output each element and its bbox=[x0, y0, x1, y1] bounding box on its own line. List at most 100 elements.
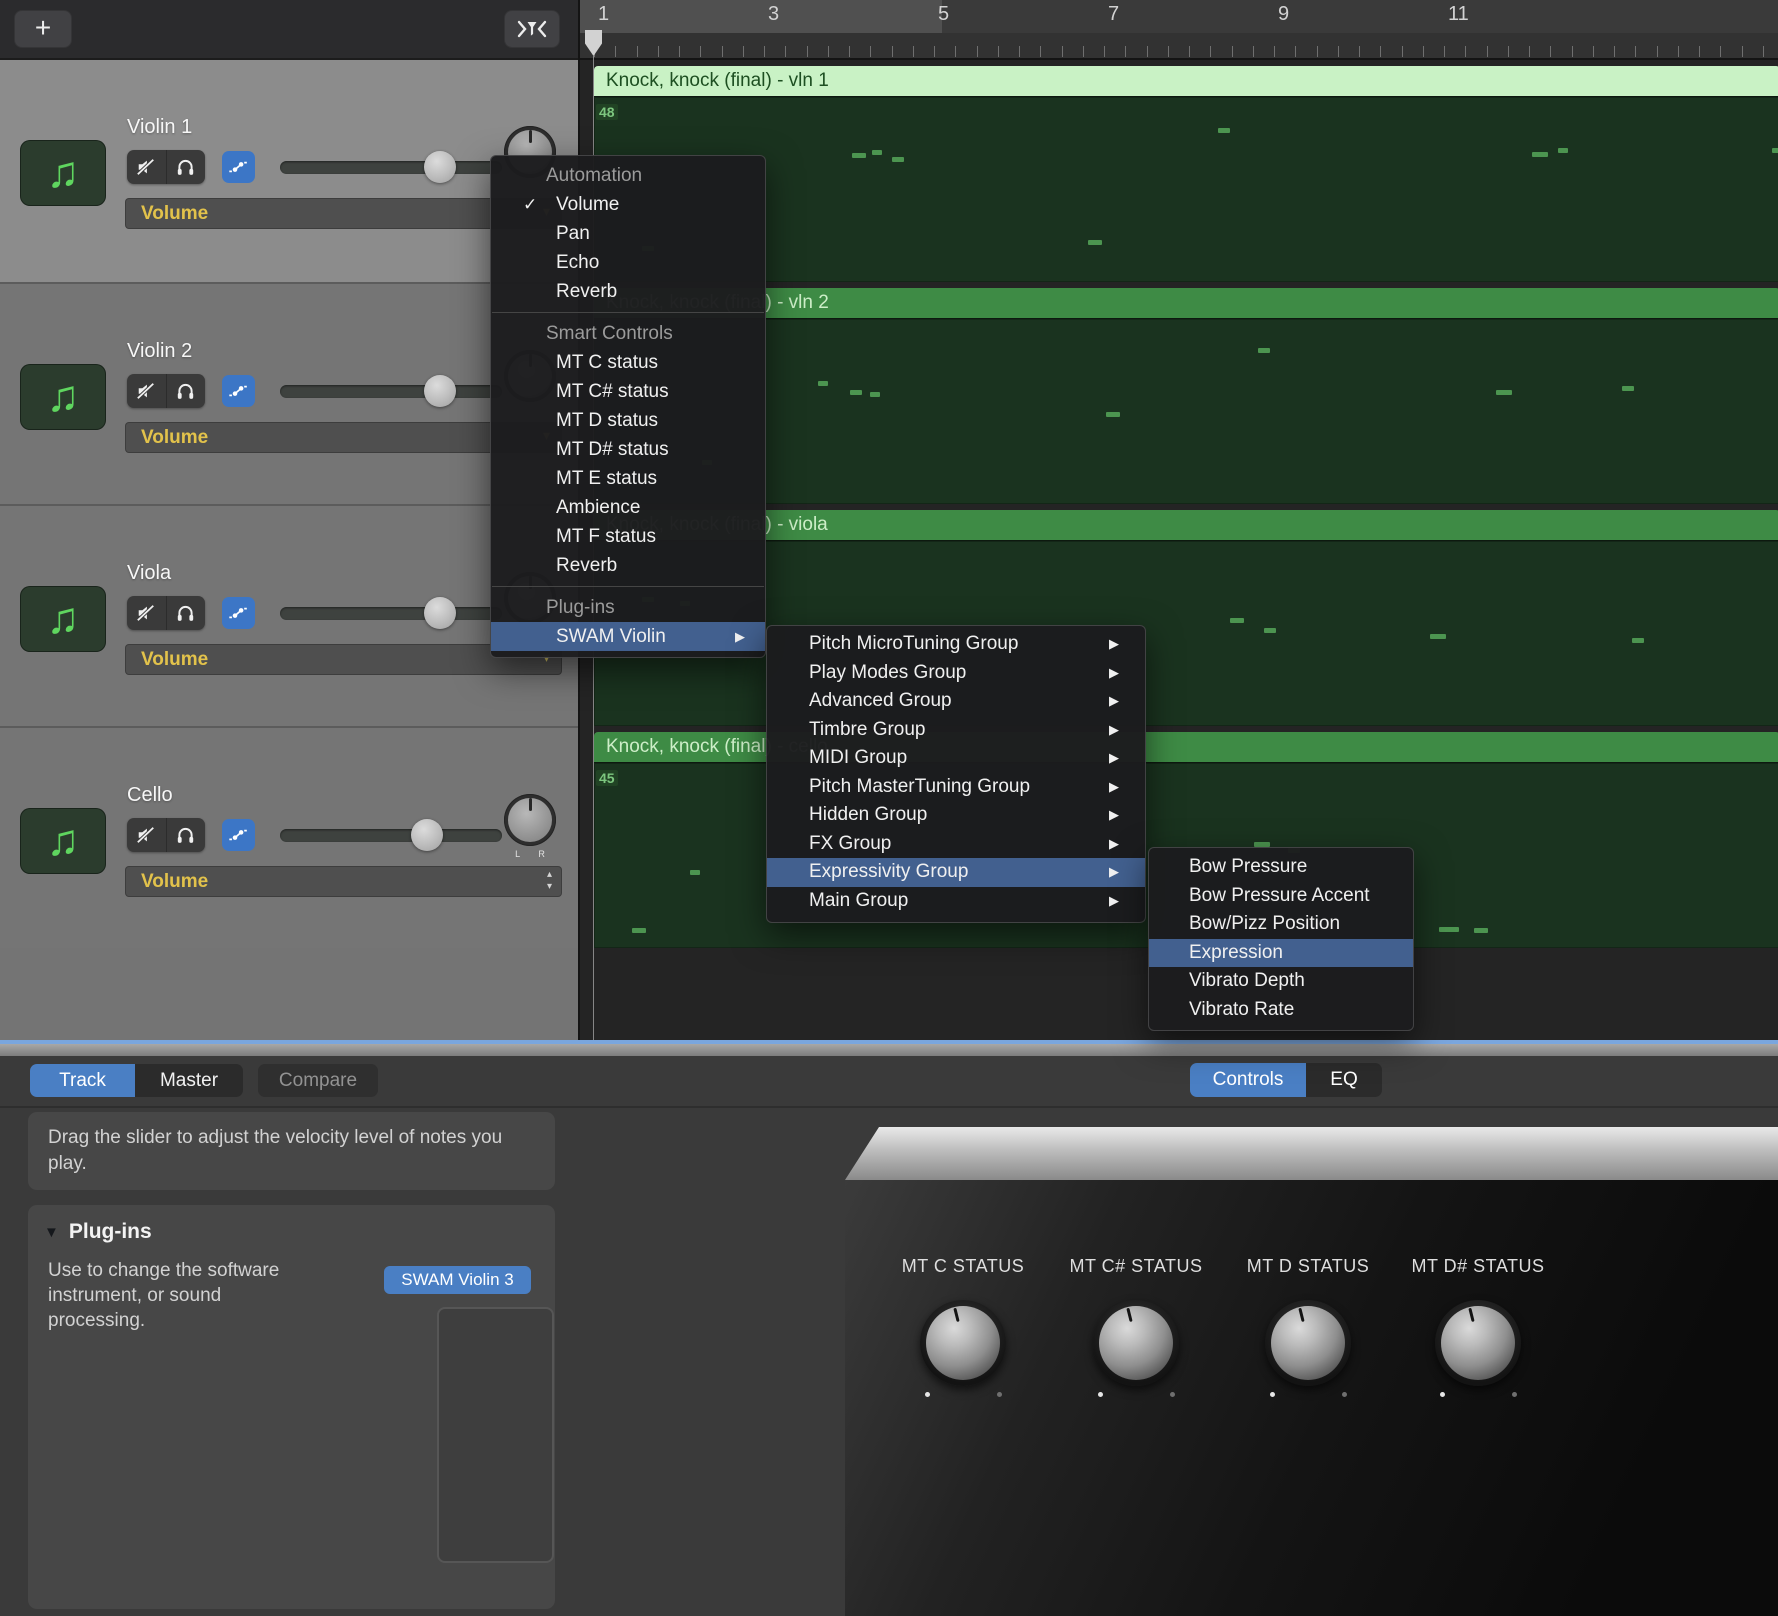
slider-knob[interactable] bbox=[411, 819, 443, 851]
menu-item-label: Expression bbox=[1189, 942, 1283, 963]
automation-curve-icon bbox=[228, 157, 249, 177]
ruler-tick bbox=[870, 46, 871, 57]
tab-master[interactable]: Master bbox=[135, 1064, 243, 1097]
slider-knob[interactable] bbox=[424, 151, 456, 183]
smart-control-knob[interactable] bbox=[1265, 1300, 1351, 1386]
empty-plugin-slot[interactable] bbox=[437, 1307, 554, 1563]
mute-solo-group bbox=[127, 596, 205, 630]
ruler-tick bbox=[1550, 46, 1551, 57]
menu-item[interactable]: Bow Pressure Accent bbox=[1149, 882, 1413, 911]
slider-knob[interactable] bbox=[424, 597, 456, 629]
menu-item[interactable]: Expressivity Group▶ bbox=[767, 858, 1145, 887]
velocity-slider[interactable] bbox=[280, 150, 502, 184]
tab-controls[interactable]: Controls bbox=[1190, 1063, 1306, 1097]
menu-item-label: Bow Pressure Accent bbox=[1189, 885, 1370, 906]
ruler-band[interactable] bbox=[942, 0, 1778, 33]
note-bar bbox=[1622, 386, 1634, 391]
ruler-tick bbox=[977, 46, 978, 57]
menu-item[interactable]: MT D status bbox=[491, 406, 765, 435]
menu-item[interactable]: Bow Pressure bbox=[1149, 853, 1413, 882]
menu-item[interactable]: MT D# status bbox=[491, 435, 765, 464]
solo-button[interactable] bbox=[167, 374, 206, 408]
region-header[interactable]: Knock, knock (final) - vln 2 bbox=[594, 288, 1778, 318]
region-header[interactable]: Knock, knock (final) - vln 1 bbox=[594, 66, 1778, 96]
submenu-arrow-icon: ▶ bbox=[1109, 887, 1119, 916]
automation-mode-button[interactable] bbox=[222, 151, 255, 183]
menu-item[interactable]: Play Modes Group▶ bbox=[767, 659, 1145, 688]
menu-item[interactable]: ✓Volume bbox=[491, 190, 765, 219]
ruler-cycle-band[interactable] bbox=[580, 0, 942, 33]
plugin-slot-button[interactable]: SWAM Violin 3 bbox=[384, 1266, 531, 1294]
automation-mode-button[interactable] bbox=[222, 375, 255, 407]
solo-button[interactable] bbox=[167, 818, 206, 852]
mute-button[interactable] bbox=[127, 596, 167, 630]
menu-item[interactable]: Pitch MicroTuning Group▶ bbox=[767, 630, 1145, 659]
smart-control-knob[interactable] bbox=[1435, 1300, 1521, 1386]
automation-mode-button[interactable] bbox=[222, 597, 255, 629]
note-bar bbox=[852, 153, 866, 158]
compare-button[interactable]: Compare bbox=[258, 1064, 378, 1097]
menu-item[interactable]: MIDI Group▶ bbox=[767, 744, 1145, 773]
automation-mode-button[interactable] bbox=[222, 819, 255, 851]
automation-filter-button[interactable] bbox=[504, 10, 560, 48]
menu-item[interactable]: MT C status bbox=[491, 348, 765, 377]
midi-region[interactable]: Knock, knock (final) - vln 2 bbox=[594, 288, 1778, 504]
menu-item[interactable]: Reverb bbox=[491, 277, 765, 306]
track-row[interactable]: Cello♫L RVolume▴▾ bbox=[0, 726, 578, 948]
mute-solo-group bbox=[127, 818, 205, 852]
region-header[interactable]: Knock, knock (final) - viola bbox=[594, 510, 1778, 540]
smart-control-knob[interactable] bbox=[1093, 1300, 1179, 1386]
velocity-slider[interactable] bbox=[280, 596, 502, 630]
mute-button[interactable] bbox=[127, 818, 167, 852]
menu-item-label: Vibrato Depth bbox=[1189, 970, 1305, 991]
pan-knob[interactable] bbox=[504, 794, 556, 846]
add-track-button[interactable]: + bbox=[14, 10, 72, 48]
mute-button[interactable] bbox=[127, 374, 167, 408]
ruler-tick bbox=[1359, 46, 1360, 57]
ruler-tick bbox=[1635, 46, 1636, 57]
menu-item[interactable]: Main Group▶ bbox=[767, 887, 1145, 916]
automation-parameter-selector[interactable]: Volume▴▾ bbox=[125, 866, 562, 897]
mute-button[interactable] bbox=[127, 150, 167, 184]
menu-item[interactable]: Vibrato Rate bbox=[1149, 996, 1413, 1025]
menu-item-label: Ambience bbox=[556, 497, 641, 518]
automation-parameter-label: Volume bbox=[141, 203, 208, 225]
menu-item[interactable]: Ambience bbox=[491, 493, 765, 522]
menu-item[interactable]: Hidden Group▶ bbox=[767, 801, 1145, 830]
menu-item[interactable]: MT E status bbox=[491, 464, 765, 493]
ruler-ticks-band[interactable] bbox=[580, 33, 1778, 60]
solo-button[interactable] bbox=[167, 150, 206, 184]
smart-control-knob[interactable] bbox=[920, 1300, 1006, 1386]
menu-item[interactable]: Reverb bbox=[491, 551, 765, 580]
menu-item[interactable]: Advanced Group▶ bbox=[767, 687, 1145, 716]
tab-eq[interactable]: EQ bbox=[1306, 1063, 1382, 1097]
velocity-hint-card: Drag the slider to adjust the velocity l… bbox=[28, 1112, 555, 1190]
track-icon: ♫ bbox=[20, 364, 106, 430]
menu-item[interactable]: Vibrato Depth bbox=[1149, 967, 1413, 996]
ruler-tick bbox=[828, 46, 829, 57]
menu-item[interactable]: Pan bbox=[491, 219, 765, 248]
midi-region[interactable]: Knock, knock (final) - vln 148 bbox=[594, 66, 1778, 282]
tab-track[interactable]: Track bbox=[30, 1064, 135, 1097]
menu-item[interactable]: MT C# status bbox=[491, 377, 765, 406]
menu-item[interactable]: Echo bbox=[491, 248, 765, 277]
velocity-slider[interactable] bbox=[280, 374, 502, 408]
menu-item[interactable]: FX Group▶ bbox=[767, 830, 1145, 859]
menu-item[interactable]: Timbre Group▶ bbox=[767, 716, 1145, 745]
menu-item[interactable]: Pitch MasterTuning Group▶ bbox=[767, 773, 1145, 802]
menu-item[interactable]: Bow/Pizz Position bbox=[1149, 910, 1413, 939]
menu-item[interactable]: MT F status bbox=[491, 522, 765, 551]
slider-knob[interactable] bbox=[424, 375, 456, 407]
disclosure-triangle-icon[interactable]: ▼ bbox=[44, 1224, 59, 1241]
mute-solo-group bbox=[127, 374, 205, 408]
menu-item[interactable]: SWAM Violin▶ bbox=[491, 622, 765, 651]
velocity-slider[interactable] bbox=[280, 818, 502, 852]
ruler-tick bbox=[1083, 46, 1084, 57]
solo-button[interactable] bbox=[167, 596, 206, 630]
submenu-arrow-icon: ▶ bbox=[1109, 801, 1119, 830]
menu-item[interactable]: Expression bbox=[1149, 939, 1413, 968]
panel-divider bbox=[0, 1044, 1778, 1056]
plugins-section-header[interactable]: ▼ Plug-ins bbox=[44, 1220, 152, 1244]
filter-funnel-icon bbox=[515, 17, 549, 41]
knob-min-dot bbox=[1270, 1392, 1275, 1397]
